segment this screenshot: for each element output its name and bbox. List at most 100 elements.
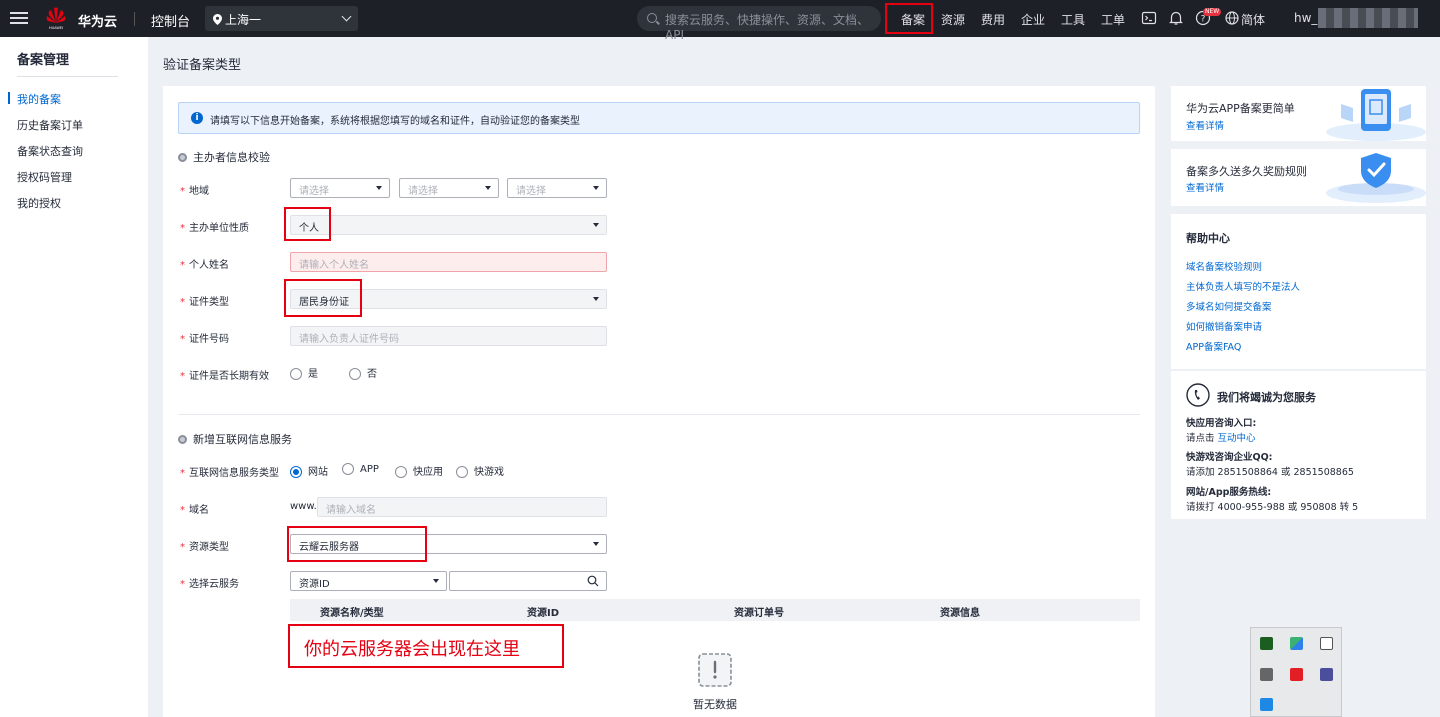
search-placeholder: 搜索云服务、快捷操作、资源、文档、API (665, 13, 870, 42)
nav-tools[interactable]: 工具 (1061, 11, 1085, 28)
promo-detail-link[interactable]: 查看详情 (1186, 118, 1224, 132)
sidebar-item-history-orders[interactable]: 历史备案订单 (17, 117, 83, 133)
label-cloud-service: * 选择云服务 (180, 579, 239, 590)
column-header-info: 资源信息 (940, 608, 980, 619)
globe-language-icon[interactable] (1224, 10, 1240, 26)
domain-input[interactable]: 请输入域名 (317, 497, 607, 517)
nav-tickets[interactable]: 工单 (1101, 11, 1125, 28)
help-link[interactable]: 域名备案校验规则 (1186, 259, 1262, 273)
promo-title: 华为云APP备案更简单 (1186, 102, 1295, 115)
sidebar-item-my-beian[interactable]: 我的备案 (17, 91, 61, 107)
hotline-text: 请拨打 4000-955-988 或 950808 转 5 (1186, 502, 1359, 513)
brand-name[interactable]: 华为云 (78, 11, 117, 30)
search-icon[interactable] (587, 575, 599, 587)
username[interactable]: hw_ (1294, 11, 1317, 25)
label-domain: * 域名 (180, 505, 209, 516)
region-selector[interactable]: 上海一 (205, 6, 358, 31)
interaction-center-link[interactable]: 互动中心 (1218, 433, 1256, 444)
chevron-down-icon (341, 11, 352, 22)
caret-down-icon (593, 542, 599, 546)
domain-prefix: www. (290, 501, 317, 512)
new-badge: NEW (1203, 8, 1222, 16)
help-link[interactable]: 如何撤销备案申请 (1186, 319, 1262, 333)
long-term-yes-radio[interactable]: 是 (290, 365, 318, 380)
label-region: * 地域 (180, 186, 209, 197)
caret-down-icon (593, 186, 599, 190)
long-term-no-radio[interactable]: 否 (349, 365, 377, 380)
annotation-note: 你的云服务器会出现在这里 (288, 624, 564, 668)
help-link[interactable]: APP备案FAQ (1186, 339, 1241, 353)
region-value: 上海一 (225, 13, 262, 27)
promo-card-app[interactable]: 华为云APP备案更简单 查看详情 (1171, 86, 1426, 141)
help-center-title: 帮助中心 (1186, 232, 1230, 245)
search-icon (647, 13, 657, 23)
notification-bell-icon[interactable] (1168, 10, 1184, 26)
info-text: 请填写以下信息开始备案，系统将根据您填写的域名和证件，自动验证您的备案类型 (210, 116, 580, 127)
promo-card-reward[interactable]: 备案多久送多久奖励规则 查看详情 (1171, 149, 1426, 206)
region-city-select[interactable]: 请选择 (399, 178, 499, 198)
label-service-type: * 互联网信息服务类型 (180, 468, 279, 479)
personal-name-input[interactable]: 请输入个人姓名 (290, 252, 607, 272)
sidebar-item-auth-code[interactable]: 授权码管理 (17, 169, 72, 185)
org-type-select[interactable]: 个人 (290, 215, 607, 235)
help-center-card: 帮助中心 域名备案校验规则 主体负责人填写的不是法人 多域名如何提交备案 如何撤… (1171, 214, 1426, 369)
console-link[interactable]: 控制台 (151, 11, 190, 30)
info-banner: i 请填写以下信息开始备案，系统将根据您填写的域名和证件，自动验证您的备案类型 (178, 102, 1140, 134)
phone-icon (1186, 383, 1210, 407)
sidebar-item-my-auth[interactable]: 我的授权 (17, 195, 61, 211)
service-type-quickgame-radio[interactable]: 快游戏 (456, 463, 504, 478)
sidebar-divider (17, 76, 118, 77)
service-type-website-radio[interactable]: 网站 (290, 463, 328, 478)
huawei-logo[interactable]: HUAWEI (44, 6, 68, 30)
column-header-name: 资源名称/类型 (320, 608, 384, 619)
help-link[interactable]: 多域名如何提交备案 (1186, 299, 1272, 313)
qq-label: 快游戏咨询企业QQ: (1186, 452, 1273, 463)
cloud-tray-icon[interactable] (1260, 698, 1273, 711)
region-province-select[interactable]: 请选择 (290, 178, 390, 198)
caret-down-icon (593, 223, 599, 227)
phone-illustration-icon (1326, 89, 1426, 141)
service-type-quickapp-radio[interactable]: 快应用 (395, 463, 443, 478)
caret-down-icon (485, 186, 491, 190)
pdf-tray-icon[interactable] (1290, 668, 1303, 681)
cert-type-highlight-box (284, 279, 362, 317)
svg-text:HUAWEI: HUAWEI (49, 26, 63, 30)
hamburger-menu-icon[interactable] (10, 9, 28, 27)
org-type-highlight-box (284, 207, 331, 241)
screenshot-tray-icon[interactable] (1320, 637, 1333, 650)
region-district-select[interactable]: 请选择 (507, 178, 607, 198)
info-icon: i (191, 112, 203, 124)
column-header-id: 资源ID (527, 608, 560, 619)
caret-down-icon (433, 579, 439, 583)
security-shield-tray-icon[interactable] (1260, 637, 1273, 650)
cloud-shell-icon[interactable] (1141, 10, 1157, 26)
resource-type-highlight-box (287, 526, 427, 562)
global-search-input[interactable]: 搜索云服务、快捷操作、资源、文档、API (637, 6, 881, 42)
label-resource-type: * 资源类型 (180, 542, 229, 553)
shield-check-icon (1326, 153, 1426, 203)
media-tray-icon[interactable] (1320, 668, 1333, 681)
language-selector[interactable]: 简体 (1241, 11, 1265, 28)
resource-table-header: 资源名称/类型 资源ID 资源订单号 资源信息 (290, 599, 1140, 621)
help-link[interactable]: 主体负责人填写的不是法人 (1186, 279, 1300, 293)
nav-billing[interactable]: 费用 (981, 11, 1005, 28)
service-type-app-radio[interactable]: APP (342, 463, 379, 475)
section-dot-icon (178, 153, 187, 162)
label-cert-number: * 证件号码 (180, 334, 229, 345)
tool-tray-icon[interactable] (1260, 668, 1273, 681)
qq-text: 请添加 2851508864 或 2851508865 (1186, 467, 1354, 478)
nav-resources[interactable]: 资源 (941, 11, 965, 28)
resource-filter-select[interactable]: 资源ID (290, 571, 447, 591)
hotline-label: 网站/App服务热线: (1186, 487, 1272, 498)
username-redacted-blur (1318, 8, 1418, 28)
cert-number-input[interactable]: 请输入负责人证件号码 (290, 326, 607, 346)
promo-detail-link[interactable]: 查看详情 (1186, 180, 1224, 194)
sidebar-item-status-query[interactable]: 备案状态查询 (17, 143, 83, 159)
app-tray-icon[interactable] (1290, 637, 1303, 650)
caret-down-icon (593, 297, 599, 301)
resource-search-input[interactable] (449, 571, 607, 591)
empty-box-icon (698, 653, 732, 687)
system-tray-overflow (1250, 627, 1342, 717)
page-title: 验证备案类型 (163, 58, 242, 73)
nav-enterprise[interactable]: 企业 (1021, 11, 1045, 28)
